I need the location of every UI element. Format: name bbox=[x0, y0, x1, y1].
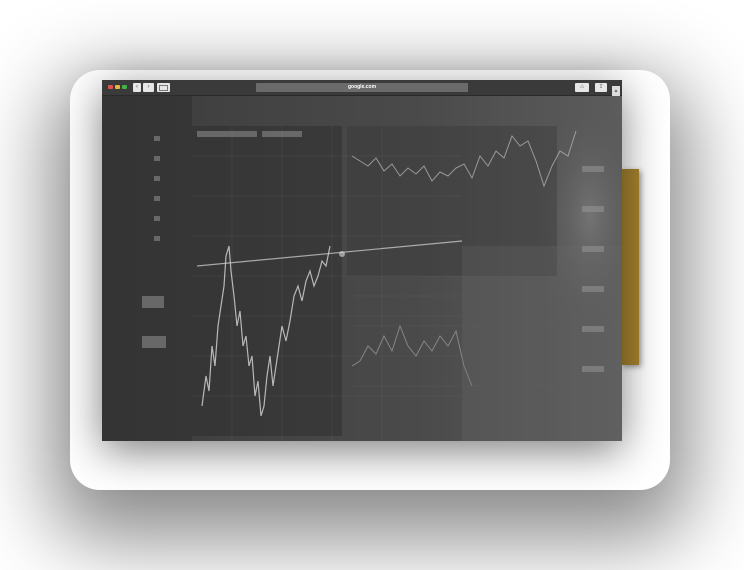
sidebar-icon bbox=[159, 84, 168, 91]
page-content bbox=[102, 96, 622, 441]
home-icon: ⌂ bbox=[580, 84, 584, 90]
title-bar: ‹ › google.com ⌂ ⇪ bbox=[102, 80, 622, 96]
chevron-right-icon: › bbox=[147, 84, 150, 90]
accent-tab bbox=[621, 169, 639, 365]
share-button[interactable]: ⇪ bbox=[595, 83, 607, 92]
minimize-button[interactable] bbox=[115, 85, 120, 89]
stock-chart-background bbox=[102, 96, 622, 441]
back-button[interactable]: ‹ bbox=[133, 83, 141, 92]
forward-button[interactable]: › bbox=[143, 83, 154, 92]
maximize-button[interactable] bbox=[122, 85, 127, 89]
share-icon: ⇪ bbox=[598, 84, 604, 90]
scroll-up-arrow[interactable]: ▲ bbox=[612, 86, 620, 96]
chevron-left-icon: ‹ bbox=[136, 84, 138, 90]
close-button[interactable] bbox=[108, 85, 113, 89]
sidebar-button[interactable] bbox=[157, 83, 170, 92]
browser-window: ‹ › google.com ⌂ ⇪ ▲ bbox=[102, 80, 622, 441]
address-bar[interactable]: google.com bbox=[256, 83, 468, 92]
home-button[interactable]: ⌂ bbox=[575, 83, 589, 92]
